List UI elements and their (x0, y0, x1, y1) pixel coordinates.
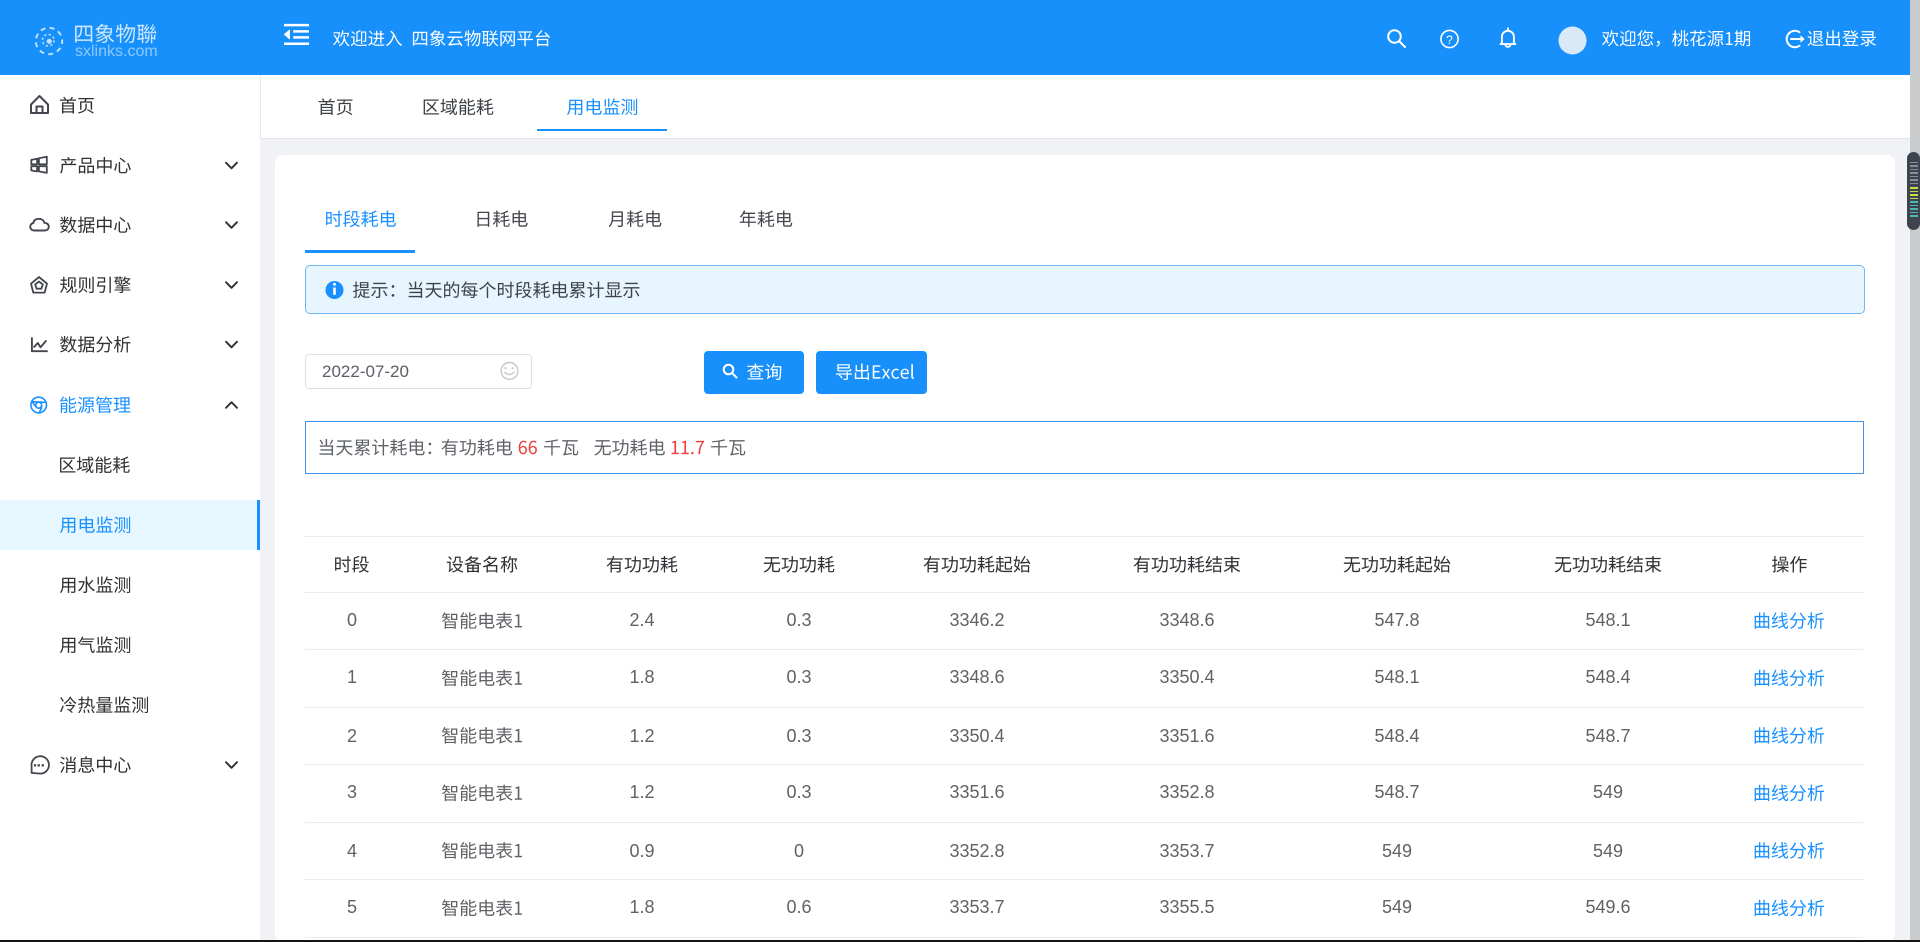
svg-text:?: ? (1446, 33, 1453, 47)
